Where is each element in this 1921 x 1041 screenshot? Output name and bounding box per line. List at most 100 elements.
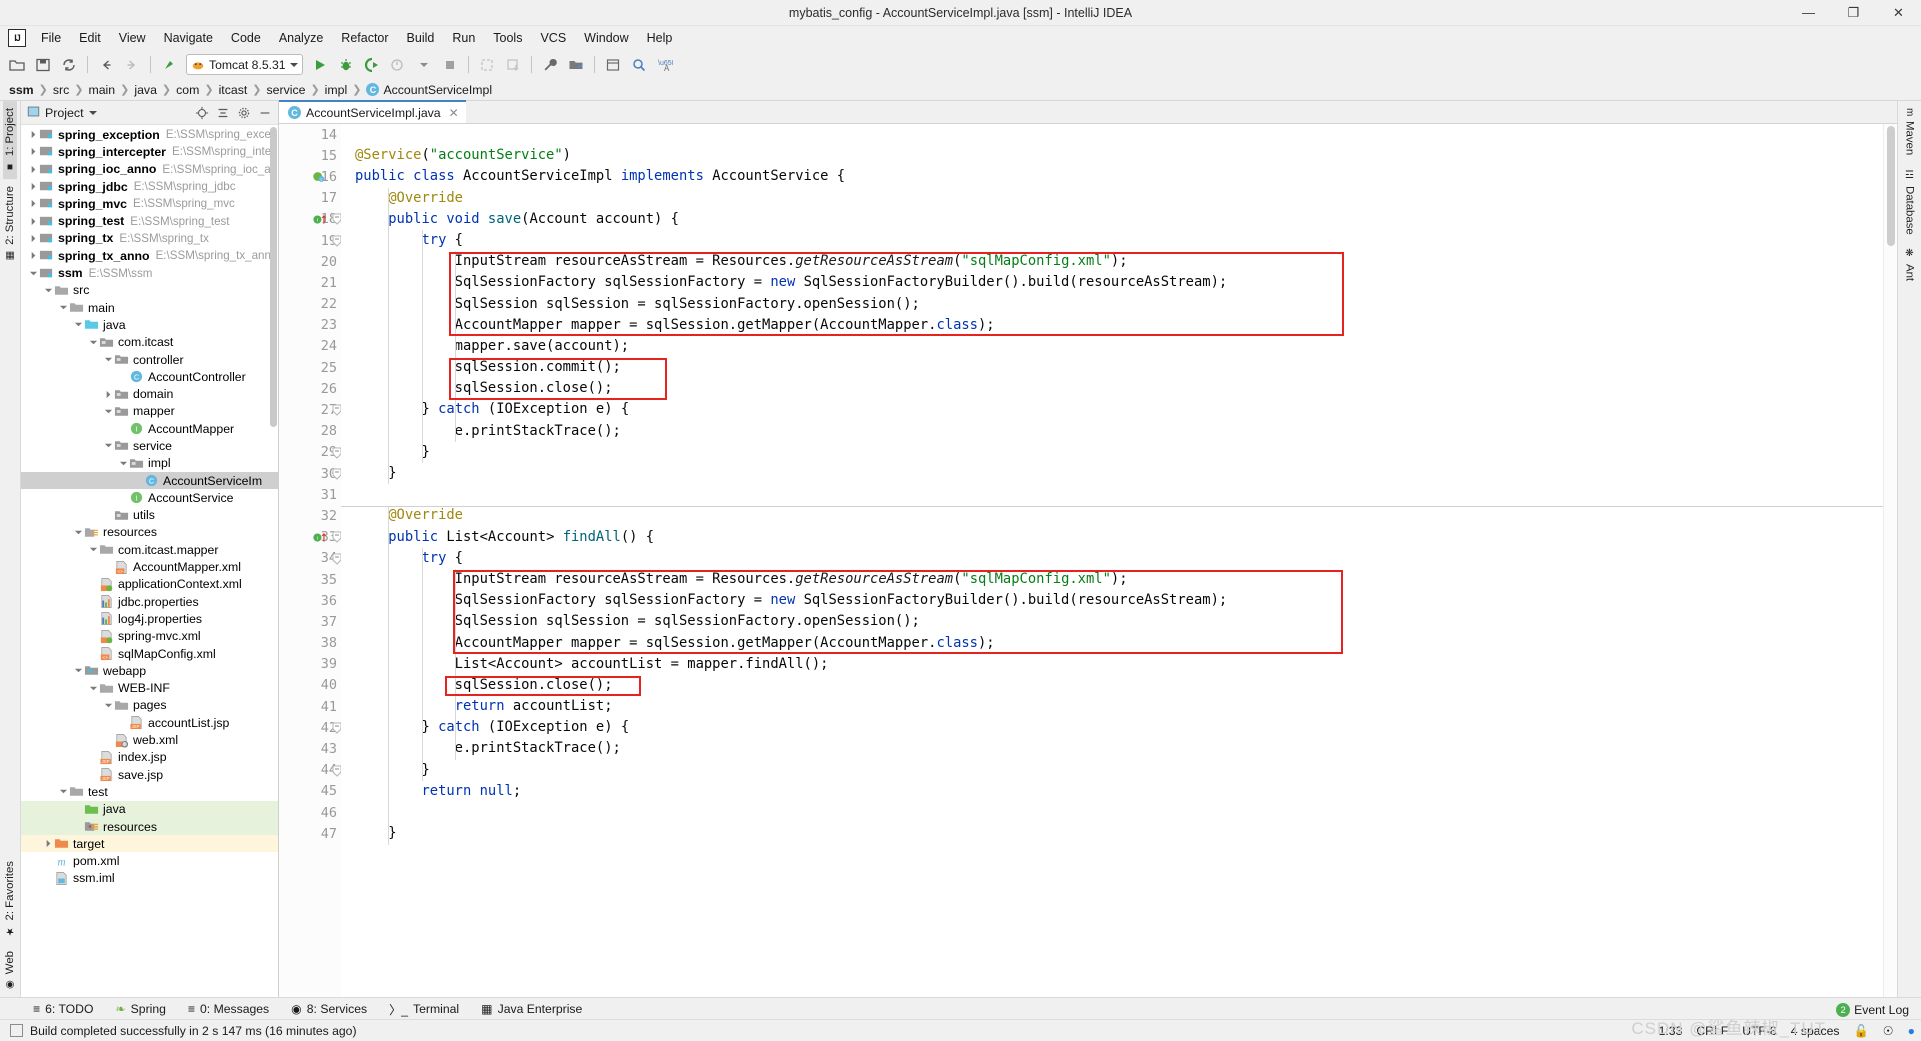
code-line[interactable]: SqlSession sqlSession = sqlSessionFactor… (355, 294, 1883, 315)
tree-node-ssm[interactable]: ssm E:\SSM\ssm (21, 264, 278, 281)
line-number[interactable]: 39 (279, 654, 341, 675)
menu-tools[interactable]: Tools (484, 27, 531, 49)
chevron-down-icon[interactable] (102, 355, 114, 364)
sync-icon[interactable] (57, 53, 81, 77)
project-tree[interactable]: spring_exception E:\SSM\spring_exce spring… (21, 125, 278, 997)
tool-window-java-enterprise[interactable]: ▦ Java Enterprise (470, 1000, 593, 1018)
chevron-down-icon[interactable] (88, 110, 97, 115)
back-arrow-icon[interactable] (94, 53, 118, 77)
line-number[interactable]: 15 (279, 145, 341, 166)
debug-icon[interactable] (334, 53, 358, 77)
code-line[interactable]: SqlSessionFactory sqlSessionFactory = ne… (355, 272, 1883, 293)
menu-window[interactable]: Window (575, 27, 637, 49)
line-number[interactable]: 22 (279, 294, 341, 315)
chevron-down-icon[interactable] (289, 62, 298, 67)
settings-wrench-icon[interactable] (538, 53, 562, 77)
editor-scrollbar[interactable] (1887, 126, 1895, 246)
line-separator[interactable]: CRLF (1696, 1024, 1728, 1038)
tree-node-service[interactable]: service (21, 437, 278, 454)
breadcrumb-ssm[interactable]: ssm (6, 83, 37, 97)
profile-icon[interactable] (386, 53, 410, 77)
tree-node-main[interactable]: main (21, 299, 278, 316)
chevron-down-icon[interactable] (87, 545, 99, 554)
line-number[interactable]: 20 (279, 251, 341, 272)
encoding[interactable]: UTF-8 (1742, 1024, 1777, 1038)
tree-node-controller[interactable]: controller (21, 351, 278, 368)
tree-node-accountserviceim[interactable]: C AccountServiceIm (21, 471, 278, 490)
indent-setting[interactable]: 4 spaces (1791, 1024, 1840, 1038)
bean-icon[interactable]: c (312, 166, 332, 187)
code-line[interactable]: sqlSession.commit(); (355, 357, 1883, 378)
tree-node-ssm-iml[interactable]: ssm.iml (21, 870, 278, 887)
tree-node-jdbc-properties[interactable]: jdbc.properties (21, 593, 278, 610)
sidebar-item-web[interactable]: ◉ Web (3, 944, 17, 997)
code-line[interactable]: e.printStackTrace(); (355, 421, 1883, 442)
line-number[interactable]: 45 (279, 781, 341, 802)
code-line[interactable]: try { (355, 548, 1883, 569)
tree-node-pom-xml[interactable]: m pom.xml (21, 852, 278, 869)
tree-node-web-inf[interactable]: WEB-INF (21, 680, 278, 697)
menu-navigate[interactable]: Navigate (155, 27, 222, 49)
chevron-right-icon[interactable] (27, 199, 39, 208)
line-number[interactable]: 25 (279, 357, 341, 378)
chevron-down-icon[interactable] (57, 303, 69, 312)
tree-node-com-itcast-mapper[interactable]: com.itcast.mapper (21, 541, 278, 558)
code-line[interactable]: public class AccountServiceImpl implemen… (355, 166, 1883, 187)
chevron-right-icon[interactable] (27, 182, 39, 191)
tool-window-spring[interactable]: ❧ Spring (104, 1000, 176, 1018)
chevron-down-icon[interactable] (102, 701, 114, 710)
code-line[interactable]: sqlSession.close(); (355, 675, 1883, 696)
tool-window-todo[interactable]: ≡ 6: TODO (22, 1000, 104, 1018)
line-number[interactable]: 37 (279, 611, 341, 632)
tree-node-resources[interactable]: resources (21, 524, 278, 541)
tree-node-save-jsp[interactable]: JSP save.jsp (21, 766, 278, 783)
tree-node-src[interactable]: src (21, 282, 278, 299)
code-line[interactable] (355, 484, 1883, 505)
menu-build[interactable]: Build (398, 27, 444, 49)
tree-node-resources[interactable]: resources (21, 817, 278, 836)
code-line[interactable]: @Service("accountService") (355, 145, 1883, 166)
tree-node-impl[interactable]: impl (21, 455, 278, 472)
code-line[interactable]: @Override (355, 188, 1883, 209)
line-number[interactable]: 40 (279, 675, 341, 696)
event-log-button[interactable]: 2 Event Log (1836, 1003, 1909, 1017)
tree-node-log4j-properties[interactable]: log4j.properties (21, 610, 278, 627)
menu-analyze[interactable]: Analyze (270, 27, 332, 49)
menu-vcs[interactable]: VCS (531, 27, 575, 49)
tree-node-accountlist-jsp[interactable]: JSP accountList.jsp (21, 714, 278, 731)
chevron-down-icon[interactable] (117, 459, 129, 468)
chevron-right-icon[interactable] (27, 147, 39, 156)
line-number[interactable]: 24 (279, 336, 341, 357)
chevron-down-icon[interactable] (72, 320, 84, 329)
code-line[interactable]: public void save(Account account) { (355, 209, 1883, 230)
menu-file[interactable]: File (32, 27, 70, 49)
chevron-right-icon[interactable] (102, 390, 114, 399)
baidu-icon[interactable]: ● (1908, 1024, 1915, 1038)
tree-node-spring-ioc-anno[interactable]: spring_ioc_anno E:\SSM\spring_ioc_an (21, 161, 278, 178)
line-number[interactable]: 21 (279, 272, 341, 293)
sidebar-item-structure[interactable]: ▦ 2: Structure (3, 179, 17, 268)
code-line[interactable]: @Override (355, 505, 1883, 526)
tree-node-mapper[interactable]: mapper (21, 403, 278, 420)
save-all-icon[interactable] (31, 53, 55, 77)
minimize-button[interactable]: — (1786, 0, 1831, 26)
breadcrumb-com[interactable]: com (173, 83, 202, 97)
impl-method-icon[interactable]: I (312, 209, 332, 230)
profile-chevron-icon[interactable] (412, 53, 436, 77)
code-line[interactable] (355, 802, 1883, 823)
chevron-down-icon[interactable] (102, 407, 114, 416)
code-line[interactable]: e.printStackTrace(); (355, 738, 1883, 759)
caret-position[interactable]: 1:33 (1659, 1024, 1683, 1038)
breadcrumb-java[interactable]: java (131, 83, 160, 97)
code-line[interactable]: } (355, 442, 1883, 463)
tool-window-messages[interactable]: ≡ 0: Messages (177, 1000, 280, 1018)
line-number[interactable]: 32 (279, 505, 341, 526)
chevron-right-icon[interactable] (27, 234, 39, 243)
chevron-right-icon[interactable] (27, 165, 39, 174)
run-icon[interactable] (308, 53, 332, 77)
chevron-down-icon[interactable] (42, 286, 54, 295)
code-line[interactable]: } catch (IOException e) { (355, 399, 1883, 420)
breadcrumb-service[interactable]: service (264, 83, 309, 97)
sidebar-item-ant[interactable]: ❋ Ant (1902, 241, 1918, 288)
tree-node-spring-mvc-xml[interactable]: spring-mvc.xml (21, 628, 278, 645)
